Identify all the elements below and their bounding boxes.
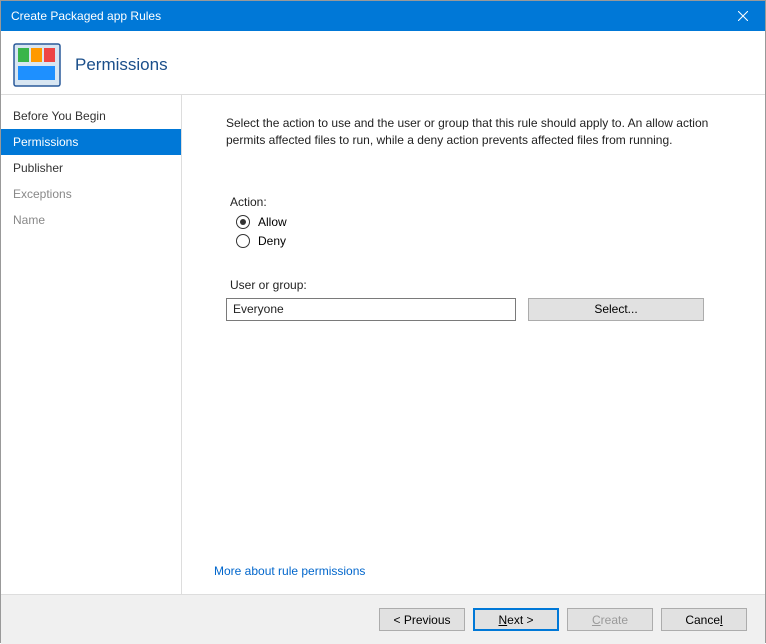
radio-icon xyxy=(236,215,250,229)
create-underline: C xyxy=(592,613,601,627)
create-button: Create xyxy=(567,608,653,631)
sidebar-item-exceptions: Exceptions xyxy=(1,181,181,207)
more-link[interactable]: More about rule permissions xyxy=(214,564,365,578)
applocker-icon xyxy=(13,43,61,87)
close-button[interactable] xyxy=(720,1,765,31)
main-panel: Select the action to use and the user or… xyxy=(182,95,765,594)
user-group-input[interactable] xyxy=(226,298,516,321)
cancel-button[interactable]: Cancel xyxy=(661,608,747,631)
window-title: Create Packaged app Rules xyxy=(11,9,161,23)
create-rest: reate xyxy=(601,613,628,627)
next-rest: ext > xyxy=(507,613,533,627)
radio-allow-label: Allow xyxy=(258,215,287,229)
sidebar-item-publisher[interactable]: Publisher xyxy=(1,155,181,181)
action-label: Action: xyxy=(230,195,735,209)
footer: < Previous Next > Create Cancel xyxy=(1,594,765,644)
radio-icon xyxy=(236,234,250,248)
previous-button[interactable]: < Previous xyxy=(379,608,465,631)
sidebar-item-permissions[interactable]: Permissions xyxy=(1,129,181,155)
select-button[interactable]: Select... xyxy=(528,298,704,321)
sidebar: Before You Begin Permissions Publisher E… xyxy=(1,95,182,594)
radio-deny-label: Deny xyxy=(258,234,286,248)
user-group-label: User or group: xyxy=(230,278,735,292)
sidebar-item-name: Name xyxy=(1,207,181,233)
close-icon xyxy=(738,11,748,21)
radio-allow[interactable]: Allow xyxy=(236,215,735,229)
cancel-prefix: Cance xyxy=(685,613,720,627)
description-text: Select the action to use and the user or… xyxy=(226,115,735,149)
page-title: Permissions xyxy=(75,55,168,75)
action-radio-group: Allow Deny xyxy=(236,215,735,248)
next-button[interactable]: Next > xyxy=(473,608,559,631)
radio-deny[interactable]: Deny xyxy=(236,234,735,248)
next-underline: N xyxy=(498,613,507,627)
header: Permissions xyxy=(1,31,765,95)
sidebar-item-before-you-begin[interactable]: Before You Begin xyxy=(1,103,181,129)
cancel-underline: l xyxy=(720,613,723,627)
titlebar: Create Packaged app Rules xyxy=(1,1,765,31)
